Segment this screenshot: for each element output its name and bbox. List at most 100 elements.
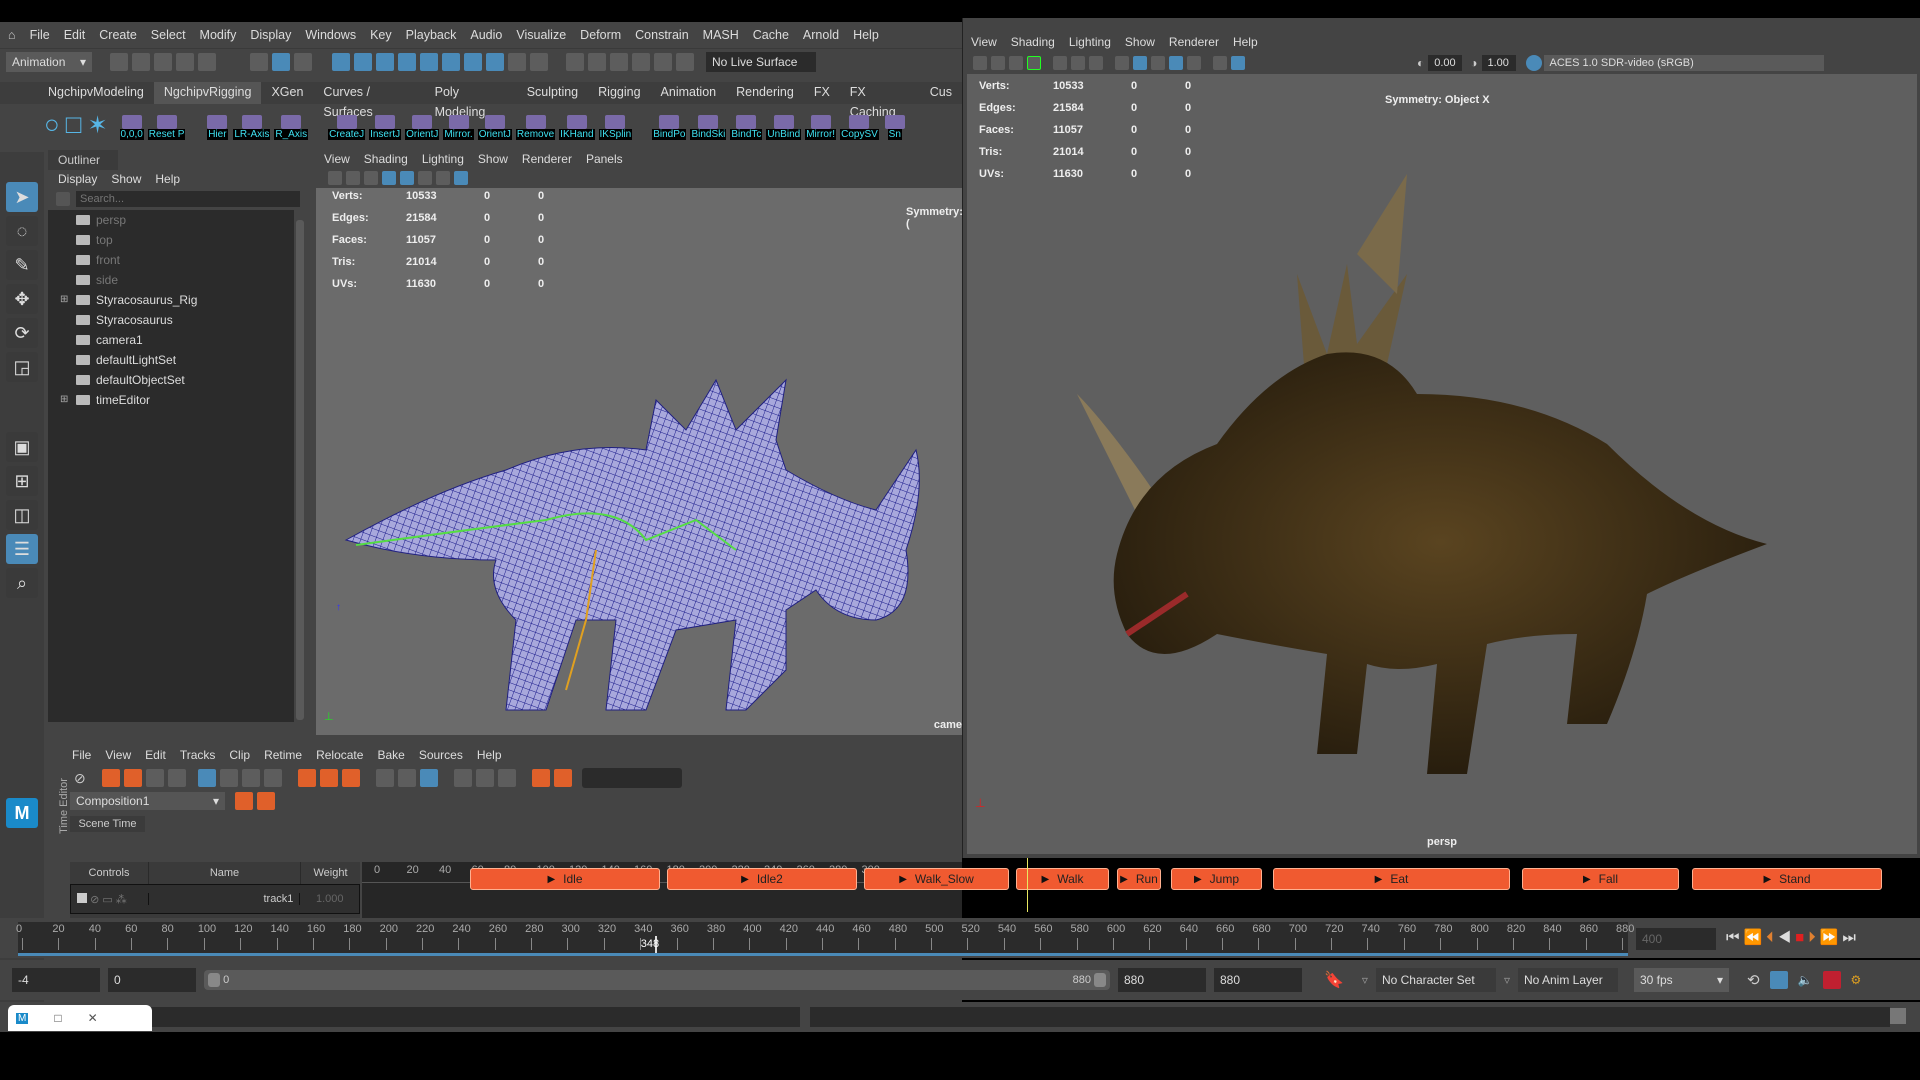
viewport-menu-item[interactable]: View (971, 35, 997, 49)
select-tool-icon[interactable] (530, 52, 548, 71)
select-tool-icon[interactable]: ➤ (6, 182, 38, 212)
shelf-tab[interactable]: Rendering (726, 82, 804, 104)
live-surface-field[interactable]: No Live Surface (706, 51, 816, 72)
minimized-window-tab[interactable]: M □ ✕ (8, 1005, 152, 1031)
menu-help[interactable]: Help (853, 28, 879, 42)
clip-c-icon[interactable] (341, 769, 360, 787)
step-forward-key-icon[interactable]: ⏩ (1820, 929, 1843, 946)
menu-modify[interactable]: Modify (200, 28, 237, 42)
step-forward-frame-icon[interactable]: ⏵ (1808, 929, 1820, 946)
color-space-field[interactable]: ACES 1.0 SDR-video (sRGB) (1543, 55, 1824, 71)
paint-select-icon[interactable]: ✎ (6, 250, 38, 280)
snap-magnet-icon[interactable] (419, 769, 438, 787)
scale-tool-icon[interactable]: ◲ (6, 352, 38, 382)
track-mute-toggle[interactable] (77, 892, 87, 903)
key-add-icon[interactable] (531, 769, 550, 787)
lock-icon[interactable] (508, 52, 526, 71)
auto-key-icon[interactable] (1822, 971, 1841, 989)
duplicate-composition-icon[interactable] (257, 792, 275, 810)
composition-select[interactable]: Composition1 ▾ (70, 792, 225, 810)
shelf-button[interactable]: Mirror! (805, 115, 837, 140)
character-icon[interactable] (475, 769, 494, 787)
snap-point-icon[interactable] (376, 52, 394, 71)
two-view-icon[interactable]: ◫ (6, 500, 38, 530)
shelf-button[interactable]: BindSki (690, 115, 727, 140)
menu-cache[interactable]: Cache (753, 28, 789, 42)
shelf-tab[interactable]: NgchipvModeling (38, 82, 154, 104)
clip-run[interactable]: Run (1117, 868, 1161, 890)
go-to-end-icon[interactable]: ⏭ (1842, 929, 1860, 946)
shelf-button[interactable]: CreateJ (328, 115, 366, 140)
outliner-item[interactable]: persp (60, 210, 294, 230)
wireframe-on-shaded-icon[interactable] (1151, 56, 1165, 70)
range-start-handle[interactable] (208, 973, 220, 987)
menu-windows[interactable]: Windows (305, 28, 356, 42)
select-component-icon[interactable] (294, 52, 312, 71)
shelf-tab[interactable]: NgchipvRigging (153, 82, 262, 104)
new-composition-icon[interactable] (235, 792, 253, 810)
clip-walk[interactable]: Walk (1016, 868, 1109, 890)
outliner-layout-icon[interactable]: ☰ (6, 534, 38, 564)
menu-arnold[interactable]: Arnold (803, 28, 839, 42)
viewport-menu-item[interactable]: Renderer (1169, 35, 1219, 49)
time-editor-menu-item[interactable]: Help (477, 748, 502, 762)
lights-icon[interactable] (1187, 56, 1201, 70)
command-line[interactable] (150, 1007, 800, 1027)
script-editor-icon[interactable] (1890, 1008, 1906, 1024)
move-down-icon[interactable] (167, 769, 186, 787)
gamma-field[interactable]: 1.00 (1481, 55, 1516, 71)
clip-jump[interactable]: Jump (1171, 868, 1262, 890)
clip-idle2[interactable]: Idle2 (667, 868, 857, 890)
viewport-menu-item[interactable]: Shading (1011, 35, 1055, 49)
shelf-tab[interactable]: Poly Modeling (425, 82, 517, 119)
shelf-tab[interactable]: Sculpting (517, 82, 588, 104)
isolate-icon[interactable] (1231, 56, 1245, 70)
shelf-tab[interactable]: Curves / Surfaces (313, 82, 424, 119)
outliner-item[interactable]: front (60, 250, 294, 270)
rig-icon[interactable] (497, 769, 516, 787)
snap-curve-icon[interactable] (354, 52, 372, 71)
shelf-button[interactable]: OrientJ (405, 115, 440, 140)
circle-icon[interactable]: ○ (44, 109, 60, 140)
render-view-icon[interactable] (676, 52, 694, 71)
outliner-item[interactable]: ⊞ Styracosaurus_Rig (60, 290, 294, 310)
home-icon[interactable]: ⌂ (8, 28, 16, 42)
loop-icon[interactable] (375, 769, 394, 787)
snap-view-icon[interactable] (420, 52, 438, 71)
shelf-tab[interactable]: FX Caching (840, 82, 920, 119)
color-management-toggle[interactable] (1525, 55, 1542, 71)
ipr-icon[interactable] (610, 52, 628, 71)
anim-layer-select[interactable]: No Anim Layer (1517, 968, 1618, 992)
outliner-search-input[interactable] (76, 191, 300, 207)
time-editor-menu-item[interactable]: View (105, 748, 131, 762)
move-up-icon[interactable] (145, 769, 164, 787)
rotate-tool-icon[interactable]: ⟳ (6, 318, 38, 348)
lasso-tool-icon[interactable]: ◌ (6, 216, 38, 246)
textured-icon[interactable] (1169, 56, 1183, 70)
time-editor-menu-item[interactable]: Relocate (316, 748, 363, 762)
shelf-button[interactable]: Remove (515, 115, 556, 140)
move-tool-icon[interactable]: ✥ (6, 284, 38, 314)
render-settings-icon[interactable] (632, 52, 650, 71)
shelf-button[interactable]: Mirror. (443, 115, 474, 140)
redo-icon[interactable] (198, 52, 216, 71)
track-name[interactable]: track1 (148, 893, 299, 905)
shelf-button[interactable]: Hier (205, 115, 229, 140)
shelf-button[interactable]: Reset P (147, 115, 186, 140)
shelf-button[interactable]: BindTc (730, 115, 763, 140)
time-editor-value-field[interactable] (581, 768, 682, 788)
shelf-button[interactable]: CopySV (840, 115, 879, 140)
open-icon[interactable] (132, 52, 150, 71)
expand-icon[interactable]: ⊞ (60, 290, 76, 310)
viewport-right[interactable]: Verts: 10533 0 0 Edges: 21584 0 0 Faces: 11057 0 0 T… (967, 74, 1917, 854)
range-end-handle[interactable] (1094, 973, 1106, 987)
merge-icon[interactable] (263, 769, 282, 787)
shelf-tab[interactable]: FX (804, 82, 840, 104)
key-remove-icon[interactable] (553, 769, 572, 787)
outliner-item[interactable]: defaultObjectSet (60, 370, 294, 390)
outliner-menu-item[interactable]: Display (58, 172, 97, 186)
outliner-item[interactable]: ⊞ timeEditor (60, 390, 294, 410)
shelf-tab[interactable]: Animation (651, 82, 727, 104)
film-gate-icon[interactable] (1071, 56, 1085, 70)
outliner-scrollbar[interactable] (296, 220, 304, 720)
